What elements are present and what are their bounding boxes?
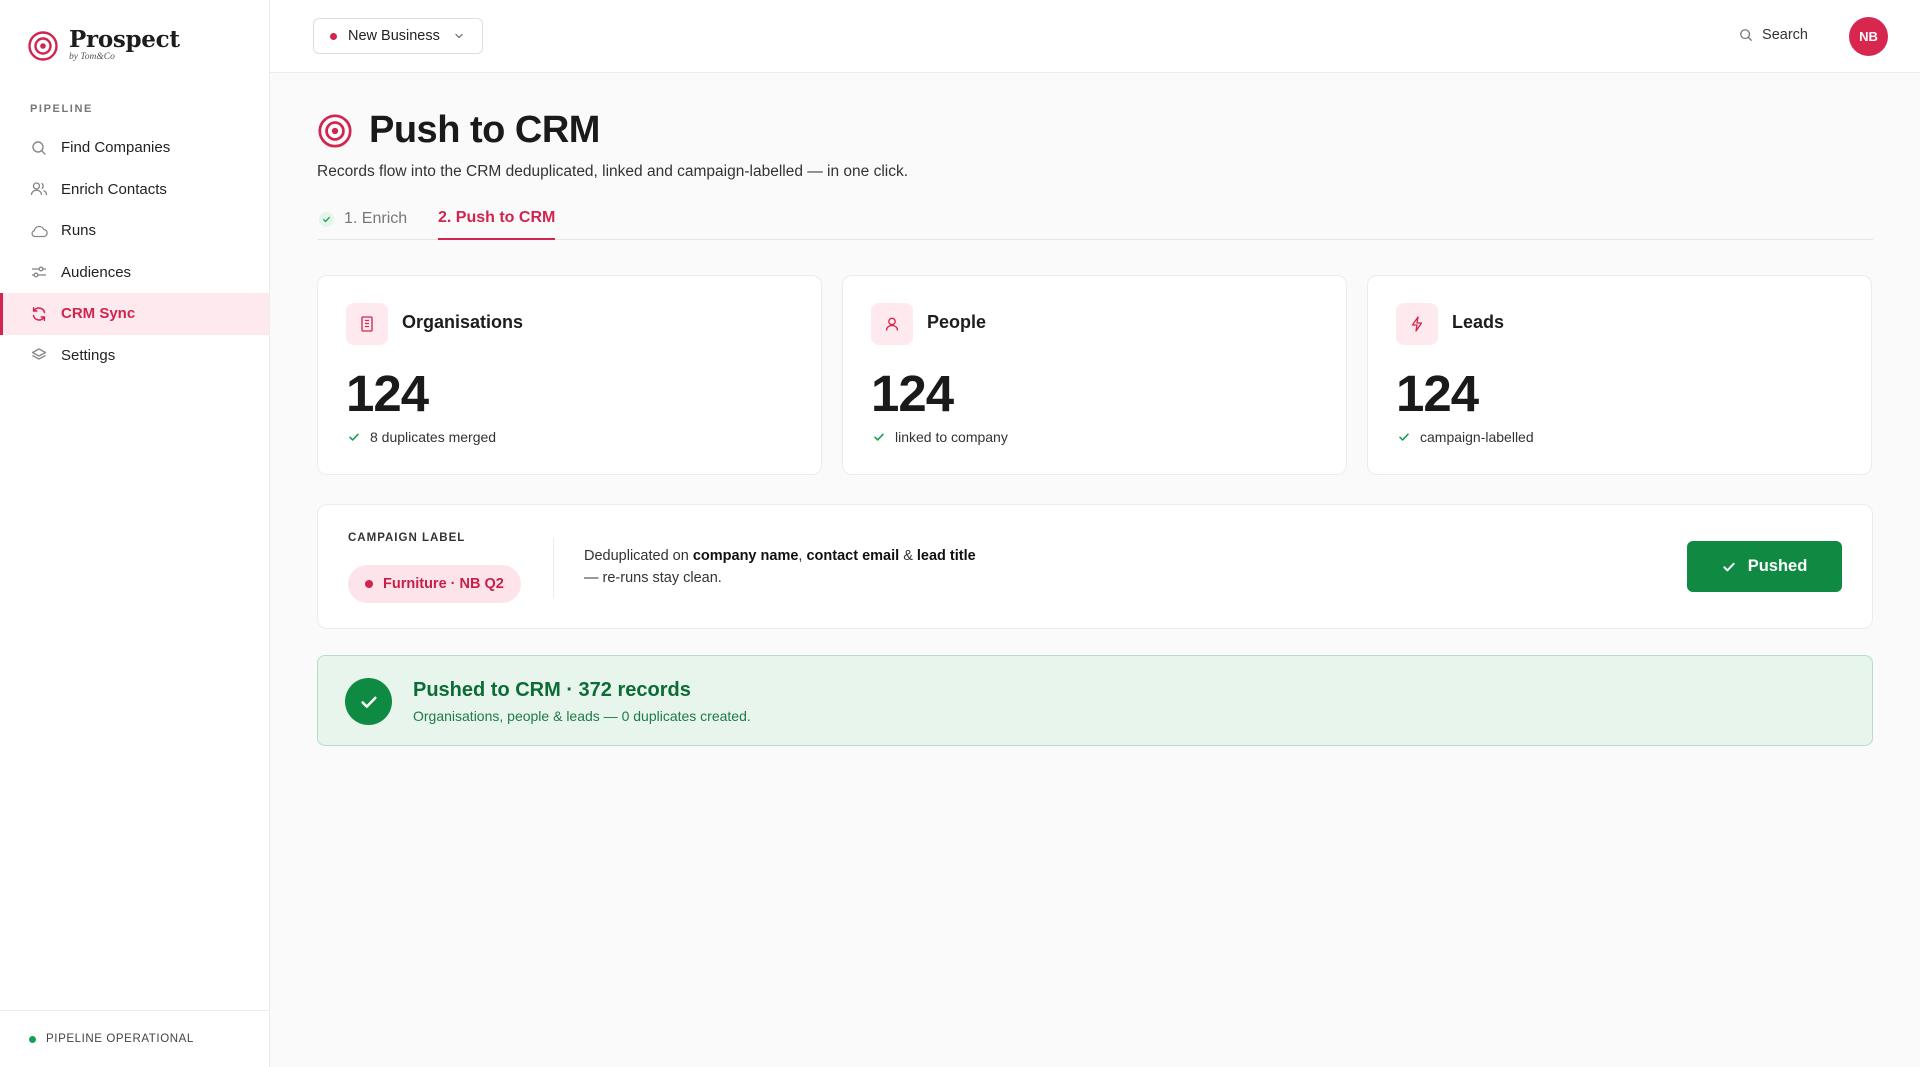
- success-banner: Pushed to CRM · 372 records Organisation…: [317, 655, 1873, 746]
- stat-card-people: People 124 linked to company: [842, 275, 1347, 475]
- sidebar-item-find-companies[interactable]: Find Companies: [0, 127, 269, 169]
- campaign-panel: CAMPAIGN LABEL Furniture · NB Q2 Dedupli…: [317, 504, 1873, 629]
- sidebar: Prospect by Tom&Co PIPELINE Find Compani…: [0, 0, 270, 1067]
- dedup-separator: ,: [798, 548, 803, 564]
- campaign-label-title: CAMPAIGN LABEL: [348, 532, 466, 544]
- dedup-separator: &: [903, 548, 913, 564]
- workspace-dot-icon: [330, 32, 337, 40]
- person-icon: [871, 303, 913, 345]
- stat-note: 8 duplicates merged: [348, 429, 496, 445]
- stat-value: 124: [1396, 365, 1479, 422]
- topbar: New Business Search NB: [270, 0, 1920, 73]
- dedup-description: Deduplicated on company name, contact em…: [584, 545, 976, 589]
- stat-label: Organisations: [402, 312, 524, 332]
- banner-subtitle: Organisations, people & leads — 0 duplic…: [413, 708, 751, 724]
- pushed-button-label: Pushed: [1747, 557, 1808, 575]
- workspace-selector[interactable]: New Business: [313, 18, 483, 54]
- stat-note-text: 8 duplicates merged: [370, 429, 497, 445]
- brand-name: Prospect: [69, 26, 180, 53]
- check-icon: [1723, 562, 1735, 571]
- stat-value: 124: [346, 365, 429, 422]
- sidebar-item-label: Settings: [61, 346, 116, 364]
- dedup-key-company: company name: [692, 548, 799, 564]
- dedup-prefix: Deduplicated on: [584, 548, 689, 564]
- sidebar-item-label: Find Companies: [61, 139, 171, 157]
- step-tabs: 1. Enrich 2. Push to CRM: [317, 198, 1873, 240]
- tab-push-to-crm[interactable]: 2. Push to CRM: [438, 198, 556, 240]
- stat-label: Leads: [1452, 312, 1505, 332]
- stat-note-text: linked to company: [895, 429, 1008, 445]
- sidebar-item-runs[interactable]: Runs: [0, 210, 269, 252]
- sidebar-item-crm-sync[interactable]: CRM Sync: [0, 293, 269, 335]
- sidebar-item-settings[interactable]: Settings: [0, 335, 269, 377]
- stat-note: linked to company: [873, 429, 1008, 445]
- sidebar-item-label: Runs: [61, 222, 97, 240]
- target-logo-icon: [28, 30, 58, 61]
- stat-card-leads: Leads 124 campaign-labelled: [1367, 275, 1872, 475]
- stat-cards: Organisations 124 8 duplicates merged Pe…: [317, 275, 1873, 475]
- cloud-icon: [30, 222, 48, 240]
- search-button[interactable]: Search: [1739, 27, 1808, 43]
- check-icon: [349, 433, 359, 441]
- dedup-key-title: lead title: [916, 548, 976, 564]
- status-dot-icon: [29, 1035, 36, 1043]
- stat-card-organisations: Organisations 124 8 duplicates merged: [317, 275, 822, 475]
- sidebar-item-label: Enrich Contacts: [61, 180, 167, 198]
- check-icon: [874, 433, 884, 441]
- campaign-chip[interactable]: Furniture · NB Q2: [348, 565, 521, 603]
- nav-section-title: PIPELINE: [30, 103, 93, 115]
- sidebar-item-label: CRM Sync: [61, 305, 136, 323]
- stat-note: campaign-labelled: [1398, 429, 1534, 445]
- banner-title: Pushed to CRM · 372 records: [413, 679, 691, 701]
- page-header: Push to CRM: [317, 109, 600, 152]
- chevron-down-icon: [454, 31, 464, 41]
- search-icon: [30, 139, 48, 157]
- campaign-dot-icon: [365, 580, 373, 588]
- brand-byline: by Tom&Co: [69, 52, 115, 62]
- workspace-label: New Business: [348, 28, 440, 44]
- target-icon: [318, 113, 352, 148]
- sliders-icon: [30, 263, 48, 281]
- page-title: Push to CRM: [369, 109, 600, 151]
- sync-icon: [30, 305, 48, 323]
- avatar[interactable]: NB: [1849, 17, 1888, 56]
- dedup-suffix: — re-runs stay clean.: [584, 570, 722, 586]
- tab-label: 2. Push to CRM: [438, 209, 556, 226]
- divider: [553, 538, 554, 598]
- building-icon: [346, 303, 388, 345]
- tab-label: 1. Enrich: [344, 210, 408, 227]
- check-icon: [1399, 433, 1409, 441]
- pipeline-status-label: PIPELINE OPERATIONAL: [46, 1033, 194, 1045]
- stat-note-text: campaign-labelled: [1420, 429, 1534, 445]
- pushed-button[interactable]: Pushed: [1687, 541, 1842, 592]
- search-label: Search: [1762, 27, 1808, 43]
- layers-icon: [30, 346, 48, 364]
- success-check-icon: [345, 678, 392, 725]
- stat-value: 124: [871, 365, 954, 422]
- dedup-key-email: contact email: [806, 548, 900, 564]
- sidebar-nav: Find Companies Enrich Contacts Runs Audi…: [0, 127, 269, 376]
- pipeline-status: PIPELINE OPERATIONAL: [0, 1010, 269, 1067]
- campaign-chip-label: Furniture · NB Q2: [383, 576, 504, 592]
- brand-logo[interactable]: Prospect by Tom&Co: [27, 28, 180, 63]
- sidebar-item-label: Audiences: [61, 263, 132, 281]
- check-icon: [319, 211, 334, 227]
- stat-label: People: [927, 312, 987, 332]
- users-icon: [30, 180, 48, 198]
- sidebar-item-enrich-contacts[interactable]: Enrich Contacts: [0, 169, 269, 211]
- search-icon: [1740, 29, 1752, 41]
- tab-enrich[interactable]: 1. Enrich: [319, 198, 407, 240]
- bolt-icon: [1396, 303, 1438, 345]
- sidebar-item-audiences[interactable]: Audiences: [0, 252, 269, 294]
- page-subtitle: Records flow into the CRM deduplicated, …: [317, 163, 909, 180]
